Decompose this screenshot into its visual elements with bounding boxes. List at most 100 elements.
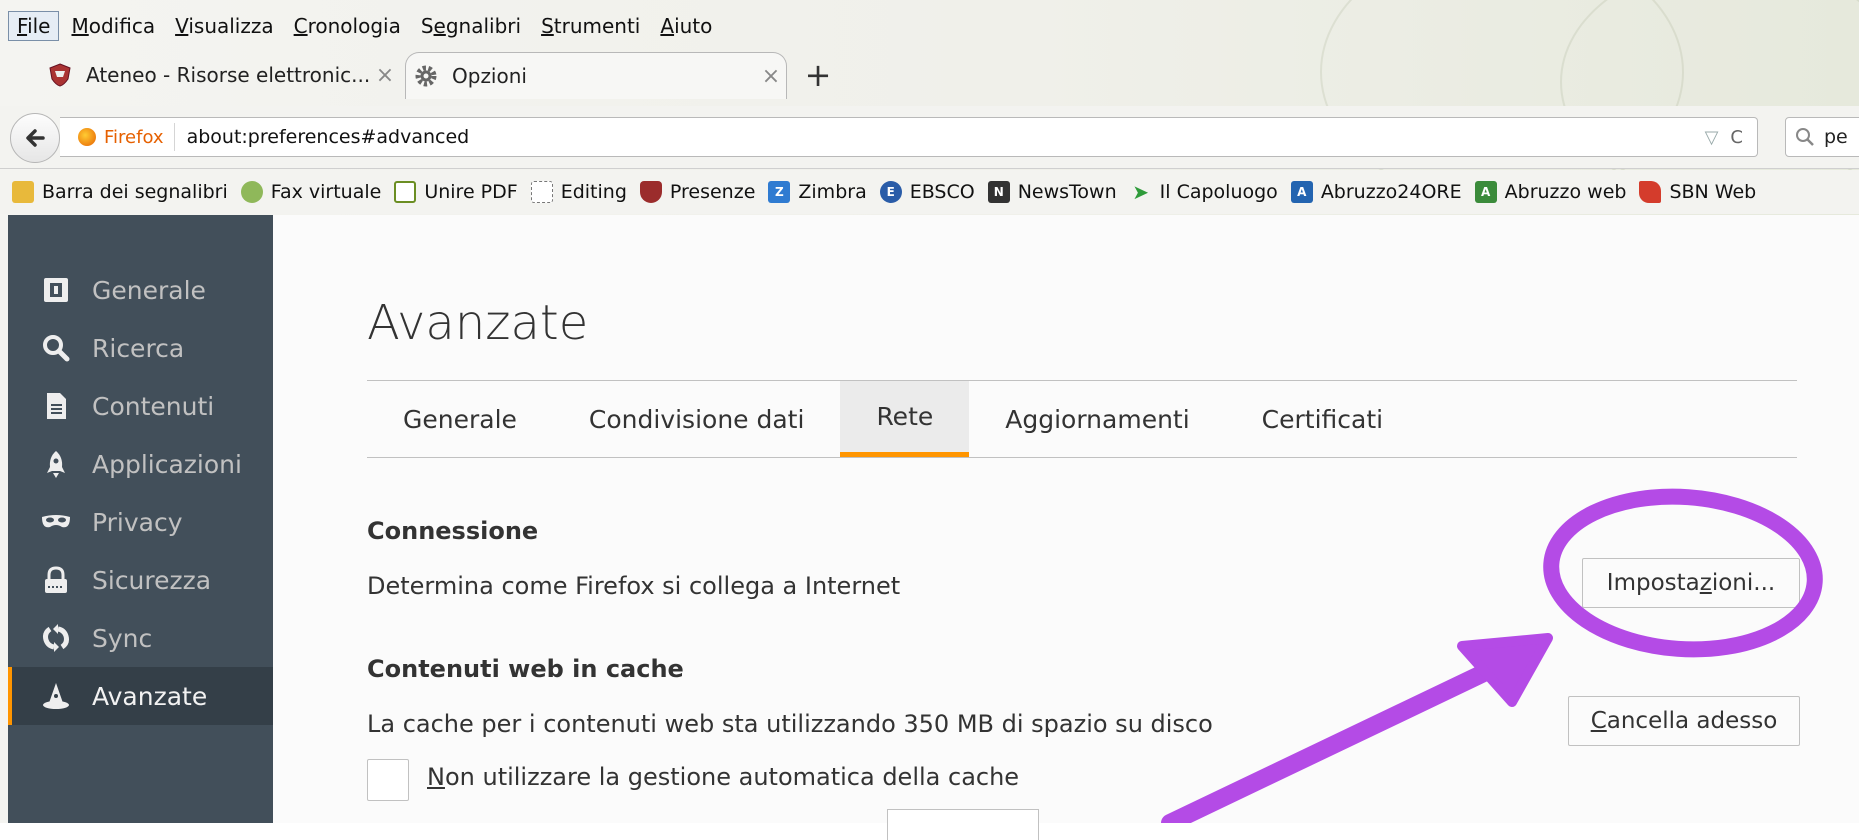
menu-segnalibri[interactable]: Segnalibri <box>413 12 529 40</box>
newstown-icon: N <box>987 181 1010 203</box>
sidebar-item-label: Sync <box>92 623 153 653</box>
shield-crest-icon <box>639 181 662 203</box>
sidebar-item-label: Generale <box>92 275 206 305</box>
folder-icon <box>12 181 34 203</box>
sidebar-item-ricerca[interactable]: Ricerca <box>8 319 273 377</box>
close-icon[interactable]: × <box>370 63 400 88</box>
sidebar-item-sync[interactable]: Sync <box>8 609 273 667</box>
dashed-page-icon <box>530 181 553 203</box>
tab-title: Opzioni <box>452 64 527 88</box>
abruzzoweb-icon: A <box>1474 181 1497 203</box>
bookmark-abruzzo24ore[interactable]: A Abruzzo24ORE <box>1290 181 1462 203</box>
bookmark-abruzzo-web[interactable]: A Abruzzo web <box>1474 181 1626 203</box>
search-value: pe <box>1824 126 1848 148</box>
capoluogo-icon: ➤ <box>1132 180 1150 204</box>
tab-bar: Ateneo - Risorse elettronic... × Opzioni… <box>0 48 1859 104</box>
identity-label: Firefox <box>104 126 164 148</box>
connection-description: Determina come Firefox si collega a Inte… <box>367 572 901 600</box>
back-button[interactable] <box>10 113 60 163</box>
firefox-icon <box>78 128 96 146</box>
menu-file[interactable]: File <box>8 11 60 41</box>
menu-visualizza[interactable]: Visualizza <box>167 12 282 40</box>
navigation-bar: Firefox about:preferences#advanced ▽ C p… <box>0 106 1859 169</box>
sidebar-item-contenuti[interactable]: Contenuti <box>8 377 273 435</box>
close-icon[interactable]: × <box>756 64 786 89</box>
page-title: Avanzate <box>367 295 589 351</box>
search-icon <box>36 330 76 366</box>
tab-title: Ateneo - Risorse elettronic... <box>86 63 370 87</box>
bookmark-unire-pdf[interactable]: Unire PDF <box>394 181 518 203</box>
divider <box>367 457 1797 458</box>
clear-cache-button[interactable]: Cancella adesso <box>1568 696 1800 746</box>
search-input[interactable]: pe <box>1785 117 1859 157</box>
menu-aiuto[interactable]: Aiuto <box>652 12 720 40</box>
bookmark-ebsco[interactable]: E EBSCO <box>879 181 975 203</box>
tab-condivisione-dati[interactable]: Condivisione dati <box>553 381 841 457</box>
override-cache-label[interactable]: Non utilizzare la gestione automatica de… <box>427 763 1019 791</box>
ebsco-icon: E <box>879 181 902 203</box>
tab-generale[interactable]: Generale <box>367 381 553 457</box>
menu-modifica[interactable]: Modifica <box>63 12 163 40</box>
shield-crest-icon <box>46 61 74 89</box>
gear-icon <box>412 62 440 90</box>
mask-icon <box>36 504 76 540</box>
connection-heading: Connessione <box>367 517 539 545</box>
preferences-page: Generale Ricerca Contenuti Applicazioni <box>8 215 1859 840</box>
fax-icon <box>240 181 263 203</box>
sidebar-item-label: Applicazioni <box>92 449 242 479</box>
sidebar-item-label: Ricerca <box>92 333 185 363</box>
menu-cronologia[interactable]: Cronologia <box>286 12 409 40</box>
tab-aggiornamenti[interactable]: Aggiornamenti <box>969 381 1225 457</box>
sync-icon <box>36 620 76 656</box>
wizard-hat-icon <box>36 678 76 714</box>
new-tab-button[interactable]: + <box>800 56 836 94</box>
bookmark-editing[interactable]: Editing <box>530 181 627 203</box>
back-arrow-icon <box>26 129 45 147</box>
url-bar[interactable]: Firefox about:preferences#advanced ▽ C <box>60 117 1758 157</box>
url-text[interactable]: about:preferences#advanced <box>175 126 1705 148</box>
bookmark-zimbra[interactable]: Z Zimbra <box>768 181 867 203</box>
identity-box[interactable]: Firefox <box>66 123 175 151</box>
advanced-subtabs: Generale Condivisione dati Rete Aggiorna… <box>367 381 1419 457</box>
zimbra-icon: Z <box>768 181 791 203</box>
sidebar-item-label: Sicurezza <box>92 565 212 595</box>
bookmark-barra-dei-segnalibri[interactable]: Barra dei segnalibri <box>12 181 228 203</box>
sidebar-item-label: Avanzate <box>92 681 208 711</box>
sidebar-item-sicurezza[interactable]: Sicurezza <box>8 551 273 609</box>
bookmark-newstown[interactable]: N NewsTown <box>987 181 1117 203</box>
document-icon <box>36 388 76 424</box>
override-cache-checkbox[interactable] <box>367 759 409 801</box>
sidebar-item-label: Privacy <box>92 507 183 537</box>
tab-certificati[interactable]: Certificati <box>1226 381 1419 457</box>
reload-icon[interactable]: C <box>1730 127 1743 148</box>
sidebar-item-generale[interactable]: Generale <box>8 261 273 319</box>
bookmarks-toolbar: Barra dei segnalibri Fax virtuale Unire … <box>0 170 1859 214</box>
general-icon <box>36 272 76 308</box>
sidebar-item-privacy[interactable]: Privacy <box>8 493 273 551</box>
cache-usage-text: La cache per i contenuti web sta utilizz… <box>367 710 1213 738</box>
sidebar-item-label: Contenuti <box>92 391 215 421</box>
history-dropmarker-icon[interactable]: ▽ <box>1705 127 1719 148</box>
rocket-icon <box>36 446 76 482</box>
preferences-main-pane: Avanzate Generale Condivisione dati Rete… <box>273 215 1859 840</box>
cache-heading: Contenuti web in cache <box>367 655 684 683</box>
sidebar-item-applicazioni[interactable]: Applicazioni <box>8 435 273 493</box>
browser-window: File Modifica Visualizza Cronologia Segn… <box>0 0 1859 840</box>
tab-rete[interactable]: Rete <box>840 381 970 457</box>
search-icon <box>1796 128 1814 146</box>
sidebar-item-avanzate[interactable]: Avanzate <box>8 667 273 725</box>
pdf-icon <box>394 181 417 203</box>
sbn-icon <box>1639 181 1662 203</box>
tab-ateneo[interactable]: Ateneo - Risorse elettronic... × <box>40 52 400 98</box>
tab-opzioni[interactable]: Opzioni × <box>405 52 787 99</box>
bookmark-sbn-web[interactable]: SBN Web <box>1639 181 1756 203</box>
bookmark-il-capoluogo[interactable]: ➤ Il Capoluogo <box>1130 180 1278 204</box>
bookmark-fax-virtuale[interactable]: Fax virtuale <box>240 181 381 203</box>
connection-settings-button[interactable]: Imposta z ioni... <box>1582 558 1800 608</box>
bookmark-presenze[interactable]: Presenze <box>639 181 755 203</box>
menu-bar: File Modifica Visualizza Cronologia Segn… <box>8 10 724 42</box>
abruzzo24-icon: A <box>1290 181 1313 203</box>
cache-size-field[interactable] <box>887 809 1039 840</box>
menu-strumenti[interactable]: Strumenti <box>533 12 648 40</box>
lock-icon <box>36 562 76 598</box>
